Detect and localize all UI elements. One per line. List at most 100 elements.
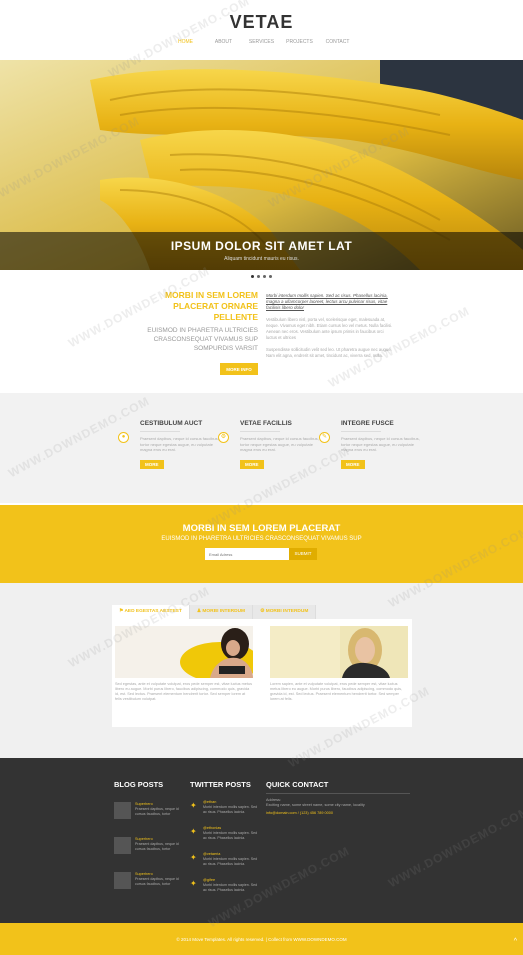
hero-title: IPSUM DOLOR SIT AMET LAT bbox=[170, 239, 353, 253]
contact-heading: QUICK CONTACT bbox=[266, 780, 329, 789]
submit-button[interactable]: SUBMIT bbox=[289, 548, 317, 560]
intro-left: MORBI IN SEM LOREM PLACERAT ORNARE PELLE… bbox=[130, 290, 258, 353]
intro-paragraph: Vestibulum libero nisl, porta vel, scele… bbox=[266, 317, 393, 340]
divider bbox=[266, 793, 410, 794]
hero-caption: IPSUM DOLOR SIT AMET LAT Aliquam tincidu… bbox=[0, 232, 523, 270]
tab-1[interactable]: ⚑ AED EGESTAS AESTEST bbox=[112, 605, 190, 619]
tab-image-woman-blonde bbox=[270, 626, 408, 678]
copyright-text: © 2014 Move Templates. All rights reserv… bbox=[176, 937, 347, 942]
tweet-text: Morbi interdum mollis sapien. Sed ac ris… bbox=[203, 883, 258, 892]
feature-more-button[interactable]: MORE bbox=[140, 459, 164, 469]
tweet-handle[interactable]: @ethan bbox=[203, 800, 216, 804]
feature-text: Praesent dapibus, neque id cursus faucib… bbox=[140, 436, 219, 452]
person-icon: ● bbox=[118, 432, 129, 443]
newsletter-form: SUBMIT bbox=[205, 548, 317, 560]
tweet-text: Morbi interdum mollis sapien. Sed ac ris… bbox=[203, 831, 258, 840]
page: VETAE HOME ABOUT SERVICES PROJECTS CONTA… bbox=[0, 0, 523, 955]
feature-title: CESTIBULUM AUCT bbox=[140, 420, 203, 427]
feature-more-button[interactable]: MORE bbox=[240, 459, 264, 469]
twitter-icon: ✦ bbox=[190, 879, 197, 888]
quick-contact-column: QUICK CONTACT Address: Exciting name, so… bbox=[266, 780, 412, 815]
blog-post[interactable]: Superhero Praesent dapibus, neque id cur… bbox=[114, 872, 184, 894]
avatar bbox=[114, 802, 131, 819]
post-excerpt: Praesent dapibus, neque id cursus faucib… bbox=[135, 877, 179, 886]
slider-dots bbox=[0, 275, 523, 278]
blog-posts-column: BLOG POSTS Superhero Praesent dapibus, n… bbox=[114, 780, 184, 889]
tab-3[interactable]: ⚙ MORBI INTERDUM bbox=[253, 605, 317, 619]
tab-caption: Sed egestas, ante et vulputate volutpat,… bbox=[115, 682, 252, 701]
intro-paragraph: Suspendisse sollicitudin velit sed leo. … bbox=[266, 347, 392, 358]
tab-2[interactable]: ♟ MORBI INTERDUM bbox=[189, 605, 254, 619]
footer: BLOG POSTS Superhero Praesent dapibus, n… bbox=[0, 758, 523, 923]
divider bbox=[240, 431, 280, 432]
pencil-icon: ✎ bbox=[319, 432, 330, 443]
intro-section: MORBI IN SEM LOREM PLACERAT ORNARE PELLE… bbox=[0, 290, 523, 390]
tweet[interactable]: ✦ @gifee Morbi interdum mollis sapien. S… bbox=[190, 878, 262, 900]
post-author: Superhero bbox=[135, 802, 153, 806]
tab-bar: ⚑ AED EGESTAS AESTEST ♟ MORBI INTERDUM ⚙… bbox=[112, 605, 317, 619]
hero-subtitle: Aliquam tincidunt mauris eu risus. bbox=[224, 256, 299, 262]
tab-caption: Lorem sapien, ante et vulputate volutpat… bbox=[270, 682, 403, 701]
tweet[interactable]: ✦ @vetaeria Morbi interdum mollis sapien… bbox=[190, 852, 262, 874]
tweet[interactable]: ✦ @ethonias Morbi interdum mollis sapien… bbox=[190, 826, 262, 848]
nav-services[interactable]: SERVICES bbox=[243, 39, 281, 45]
blog-heading: BLOG POSTS bbox=[114, 780, 164, 789]
tweet-handle[interactable]: @ethonias bbox=[203, 826, 221, 830]
feature-text: Praesent dapibus, neque id cursus faucib… bbox=[240, 436, 319, 452]
avatar bbox=[114, 837, 131, 854]
tab-panel: Sed egestas, ante et vulputate volutpat,… bbox=[112, 619, 412, 727]
tweet-handle[interactable]: @gifee bbox=[203, 878, 215, 882]
tab-label: MORBI INTERDUM bbox=[265, 609, 309, 614]
feature-card: ● CESTIBULUM AUCT Praesent dapibus, nequ… bbox=[118, 420, 225, 471]
tabs-section: ⚑ AED EGESTAS AESTEST ♟ MORBI INTERDUM ⚙… bbox=[0, 583, 523, 758]
feature-text: Praesent dapibus, neque id cursus faucib… bbox=[341, 436, 420, 452]
twitter-icon: ✦ bbox=[190, 853, 197, 862]
band-title: MORBI IN SEM LOREM PLACERAT bbox=[182, 523, 341, 534]
site-header: VETAE HOME ABOUT SERVICES PROJECTS CONTA… bbox=[0, 0, 523, 60]
tab-label: MORBI INTERDUM bbox=[202, 609, 246, 614]
slider-dot[interactable] bbox=[263, 275, 266, 278]
divider bbox=[341, 431, 381, 432]
back-to-top-icon[interactable]: ^ bbox=[514, 938, 517, 945]
nav-projects[interactable]: PROJECTS bbox=[281, 39, 319, 45]
feature-title: INTEGRE FUSCE bbox=[341, 420, 394, 427]
post-excerpt: Praesent dapibus, neque id cursus faucib… bbox=[135, 807, 179, 816]
tweet-handle[interactable]: @vetaeria bbox=[203, 852, 220, 856]
slider-dot[interactable] bbox=[251, 275, 254, 278]
divider bbox=[140, 431, 180, 432]
hero-slider: IPSUM DOLOR SIT AMET LAT Aliquam tincidu… bbox=[0, 60, 523, 270]
post-author: Superhero bbox=[135, 837, 153, 841]
main-nav: HOME ABOUT SERVICES PROJECTS CONTACT bbox=[0, 39, 523, 45]
nav-home[interactable]: HOME bbox=[167, 39, 205, 45]
feature-more-button[interactable]: MORE bbox=[341, 459, 365, 469]
twitter-column: TWITTER POSTS ✦ @ethan Morbi interdum mo… bbox=[190, 780, 262, 892]
blog-post[interactable]: Superhero Praesent dapibus, neque id cur… bbox=[114, 802, 184, 824]
tab-image-woman-dark bbox=[115, 626, 253, 678]
site-logo[interactable]: VETAE bbox=[0, 12, 523, 33]
tab-label: AED EGESTAS AESTEST bbox=[124, 609, 182, 614]
twitter-icon: ✦ bbox=[190, 801, 197, 810]
avatar bbox=[114, 872, 131, 889]
nav-about[interactable]: ABOUT bbox=[205, 39, 243, 45]
slider-dot[interactable] bbox=[269, 275, 272, 278]
blog-post[interactable]: Superhero Praesent dapibus, neque id cur… bbox=[114, 837, 184, 859]
intro-subheading: EUISMOD IN PHARETRA ULTRICIES CRASCONSEQ… bbox=[147, 327, 258, 352]
tweet-text: Morbi interdum mollis sapien. Sed ac ris… bbox=[203, 857, 258, 866]
email-input[interactable] bbox=[205, 548, 289, 560]
slider-dot[interactable] bbox=[257, 275, 260, 278]
copyright-bar: © 2014 Move Templates. All rights reserv… bbox=[0, 923, 523, 955]
nav-contact[interactable]: CONTACT bbox=[319, 39, 357, 45]
newsletter-band: MORBI IN SEM LOREM PLACERAT EUISMOD IN P… bbox=[0, 505, 523, 583]
band-subtitle: EUISMOD IN PHARETRA ULTRICIES CRASCONSEQ… bbox=[161, 536, 362, 542]
tweet[interactable]: ✦ @ethan Morbi interdum mollis sapien. S… bbox=[190, 800, 262, 822]
address-text: Exciting name, some street name, some ci… bbox=[266, 803, 365, 807]
feature-card: ✎ INTEGRE FUSCE Praesent dapibus, neque … bbox=[319, 420, 426, 471]
more-info-button[interactable]: MORE INFO bbox=[220, 363, 258, 375]
contact-email[interactable]: info@domain.com / (123) 456 789 0000 bbox=[266, 811, 412, 815]
intro-link[interactable]: Morbi interdum mollis sapien. Sed ac ris… bbox=[266, 293, 394, 311]
features-section: ● CESTIBULUM AUCT Praesent dapibus, nequ… bbox=[0, 393, 523, 503]
gear-icon: ⚙ bbox=[218, 432, 229, 443]
post-author: Superhero bbox=[135, 872, 153, 876]
twitter-heading: TWITTER POSTS bbox=[190, 780, 251, 789]
intro-heading: MORBI IN SEM LOREM PLACERAT ORNARE PELLE… bbox=[164, 290, 258, 322]
